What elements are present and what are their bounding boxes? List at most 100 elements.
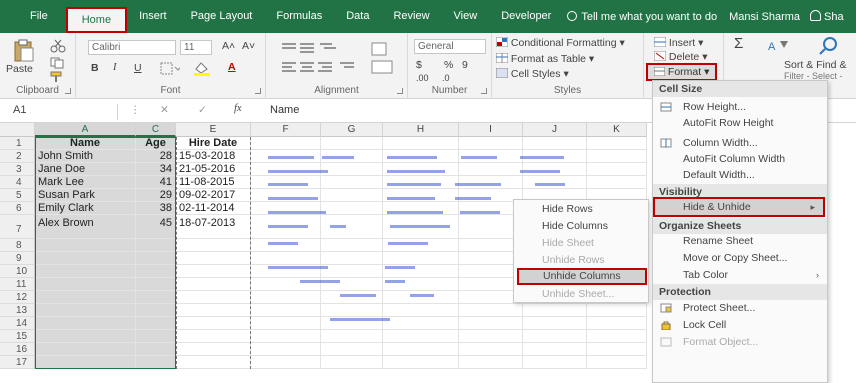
- insert-cells-button[interactable]: Insert ▾: [653, 36, 703, 49]
- cell[interactable]: [321, 176, 383, 189]
- cell[interactable]: [176, 265, 251, 278]
- cell[interactable]: [523, 304, 587, 317]
- cell[interactable]: [523, 330, 587, 343]
- format-cells-button[interactable]: Format ▾: [646, 63, 717, 81]
- row-header-6[interactable]: 6: [0, 202, 35, 215]
- alignment-launcher[interactable]: [397, 88, 403, 94]
- format-painter-icon[interactable]: [50, 71, 66, 83]
- cell[interactable]: [587, 330, 647, 343]
- column-header-c[interactable]: C: [136, 123, 176, 137]
- find-select-icon[interactable]: [818, 36, 842, 56]
- cell[interactable]: [251, 137, 321, 150]
- sort-filter-label[interactable]: Sort & Find &: [784, 59, 846, 71]
- row-header-13[interactable]: 13: [0, 304, 35, 317]
- fill-color-icon[interactable]: [192, 60, 218, 76]
- cell[interactable]: [587, 317, 647, 330]
- tab-data[interactable]: Data: [334, 0, 381, 33]
- autofit-row-item[interactable]: AutoFit Row Height: [653, 115, 827, 131]
- cell[interactable]: [523, 343, 587, 356]
- user-account[interactable]: Mansi Sharma: [729, 11, 800, 23]
- row-header-11[interactable]: 11: [0, 278, 35, 291]
- clipboard-launcher[interactable]: [65, 88, 71, 94]
- clipboard-icon[interactable]: [12, 39, 36, 63]
- format-as-table-button[interactable]: Format as Table ▾: [495, 52, 594, 65]
- select-all-corner[interactable]: [0, 123, 35, 137]
- currency-button[interactable]: $: [416, 59, 422, 71]
- bold-button[interactable]: B: [91, 62, 99, 74]
- hide-unhide-item[interactable]: Hide & Unhide ▸: [653, 197, 825, 217]
- cell[interactable]: [35, 317, 136, 330]
- tab-file[interactable]: File: [0, 0, 66, 33]
- percent-button[interactable]: %: [444, 59, 453, 71]
- borders-icon[interactable]: [160, 62, 180, 75]
- cell[interactable]: [176, 356, 251, 369]
- cell-styles-button[interactable]: Cell Styles ▾: [495, 67, 569, 80]
- cell[interactable]: [35, 252, 136, 265]
- hide-sheet-item[interactable]: Hide Sheet: [514, 235, 648, 252]
- cell[interactable]: [176, 317, 251, 330]
- cell[interactable]: [35, 343, 136, 356]
- row-header-5[interactable]: 5: [0, 189, 35, 202]
- cell[interactable]: [251, 239, 321, 252]
- font-color-button[interactable]: A: [228, 61, 236, 73]
- font-name-box[interactable]: Calibri: [88, 40, 176, 55]
- cell[interactable]: [176, 239, 251, 252]
- conditional-formatting-button[interactable]: Conditional Formatting ▾: [495, 36, 625, 49]
- cell[interactable]: [383, 304, 459, 317]
- row-header-17[interactable]: 17: [0, 356, 35, 369]
- cell[interactable]: [251, 252, 321, 265]
- tab-review[interactable]: Review: [381, 0, 441, 33]
- cell[interactable]: [523, 356, 587, 369]
- tab-home[interactable]: Home: [65, 7, 128, 33]
- cell[interactable]: [383, 137, 459, 150]
- cell[interactable]: [321, 304, 383, 317]
- tab-color-item[interactable]: Tab Color ›: [653, 267, 827, 283]
- comma-button[interactable]: 9: [462, 59, 468, 71]
- cell[interactable]: [251, 330, 321, 343]
- row-header-15[interactable]: 15: [0, 330, 35, 343]
- row-header-9[interactable]: 9: [0, 252, 35, 265]
- cell[interactable]: [136, 278, 176, 291]
- column-header-k[interactable]: K: [587, 123, 647, 137]
- decrease-decimal-button[interactable]: .0: [442, 73, 450, 83]
- cell[interactable]: [321, 137, 383, 150]
- cell[interactable]: [459, 304, 523, 317]
- cell[interactable]: [523, 137, 587, 150]
- cell[interactable]: [35, 330, 136, 343]
- cell[interactable]: [459, 317, 523, 330]
- column-header-e[interactable]: E: [176, 123, 251, 137]
- insert-function-icon[interactable]: fx: [234, 103, 242, 114]
- number-launcher[interactable]: [481, 88, 487, 94]
- row-header-7[interactable]: 7: [0, 215, 35, 239]
- format-object-item[interactable]: Format Object...: [653, 334, 827, 350]
- protect-sheet-item[interactable]: Protect Sheet...: [653, 300, 827, 316]
- delete-cells-button[interactable]: Delete ▾: [653, 50, 707, 63]
- cell[interactable]: [136, 343, 176, 356]
- tab-developer[interactable]: Developer: [489, 0, 563, 33]
- cell[interactable]: [321, 343, 383, 356]
- cell[interactable]: [251, 343, 321, 356]
- copy-icon[interactable]: [50, 57, 66, 69]
- cell[interactable]: [321, 291, 383, 304]
- hide-rows-item[interactable]: Hide Rows: [514, 201, 648, 218]
- cell[interactable]: [587, 137, 647, 150]
- tab-page-layout[interactable]: Page Layout: [179, 0, 265, 33]
- cancel-icon[interactable]: ✕: [160, 104, 169, 116]
- cell[interactable]: [383, 317, 459, 330]
- column-header-j[interactable]: J: [523, 123, 587, 137]
- alignment-icons[interactable]: [280, 41, 400, 77]
- row-header-12[interactable]: 12: [0, 291, 35, 304]
- cell[interactable]: [251, 189, 321, 202]
- cell[interactable]: [459, 330, 523, 343]
- cell[interactable]: [383, 330, 459, 343]
- rename-sheet-item[interactable]: Rename Sheet: [653, 233, 827, 249]
- number-format-box[interactable]: General: [414, 39, 486, 54]
- cell[interactable]: [35, 291, 136, 304]
- row-header-1[interactable]: 1: [0, 137, 35, 150]
- cell[interactable]: [35, 304, 136, 317]
- cell[interactable]: [459, 343, 523, 356]
- cell[interactable]: [251, 291, 321, 304]
- unhide-rows-item[interactable]: Unhide Rows: [514, 252, 648, 269]
- cell[interactable]: [321, 239, 383, 252]
- column-header-h[interactable]: H: [383, 123, 459, 137]
